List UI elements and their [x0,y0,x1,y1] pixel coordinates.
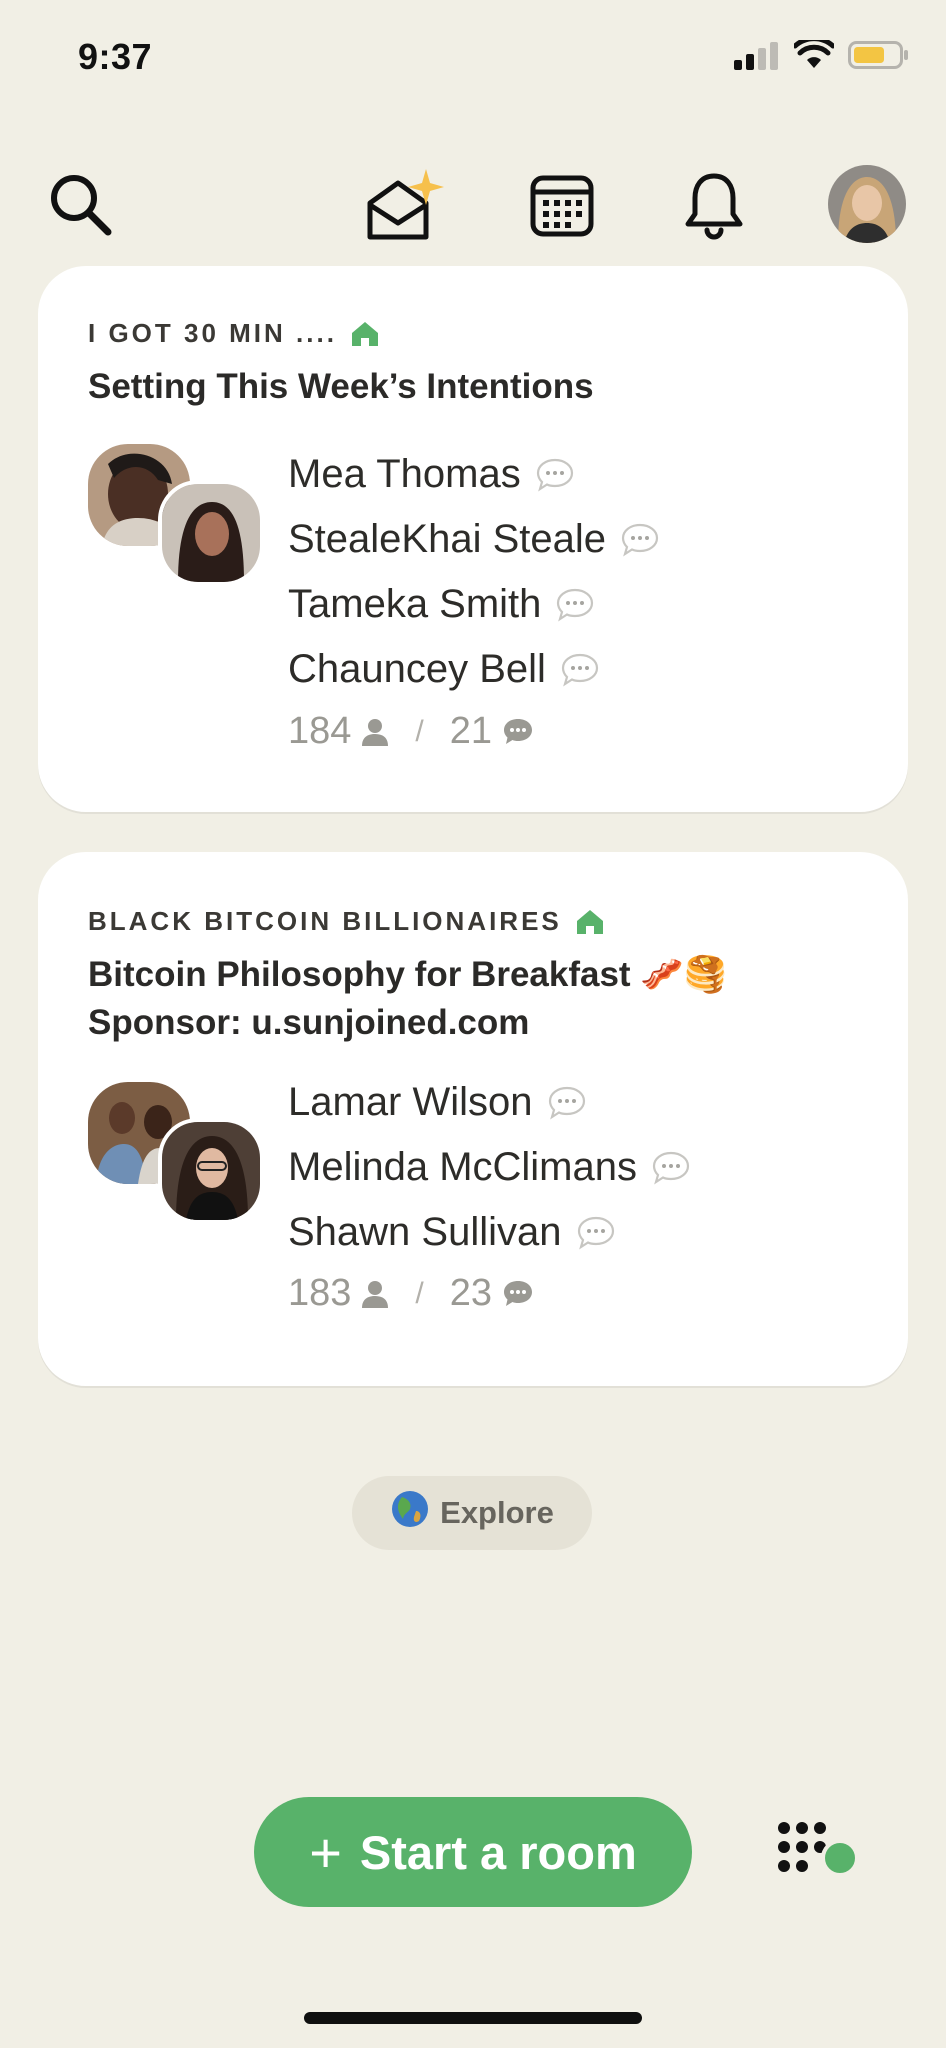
start-room-button[interactable]: + Start a room [254,1797,692,1907]
speaker-name: Shawn Sullivan [288,1210,562,1254]
speaker-avatar[interactable] [158,1118,264,1224]
speaker-row[interactable]: Tameka Smith [288,572,660,637]
chat-bubble-icon [620,522,660,558]
person-icon [362,1280,389,1308]
speaker-row[interactable]: Chauncey Bell [288,637,660,702]
notifications-button[interactable] [669,160,759,250]
room-stats: 184 / 21 [288,710,534,753]
room-title: Bitcoin Philosophy for Breakfast 🥓🥞 [88,950,728,999]
speaker-row[interactable]: Melinda McClimans [288,1135,691,1200]
chat-bubble-icon [547,1085,587,1121]
battery-icon [848,41,908,69]
speaker-name: Melinda McClimans [288,1145,637,1189]
backchannel-button[interactable] [776,1820,866,1890]
message-count: 21 [449,710,493,752]
chat-bubble-icon [535,457,575,493]
house-icon [576,909,603,934]
speaker-avatars [88,1082,268,1224]
speaker-name: StealeKhai Steale [288,517,607,561]
home-indicator[interactable] [304,2012,642,2024]
invite-envelope-sparkle-icon [367,169,444,240]
bell-icon [685,173,743,240]
chat-bubble-icon [576,1215,616,1251]
dot-grid-icon [778,1822,859,1877]
room-stats: 183 / 23 [288,1272,534,1315]
club-name[interactable]: I GOT 30 MIN .... [88,318,379,349]
speaker-name: Lamar Wilson [288,1080,533,1124]
count-separator: / [415,714,424,748]
speaker-name: Mea Thomas [288,452,521,496]
club-label: BLACK BITCOIN BILLIONAIRES [88,906,562,936]
listener-count: 184 [288,710,352,752]
speaker-row[interactable]: StealeKhai Steale [288,507,660,572]
explore-label: Explore [440,1495,554,1530]
avatar[interactable] [828,165,906,243]
start-room-label: Start a room [359,1825,637,1879]
globe-icon [390,1489,430,1537]
cellular-signal-icon [734,42,778,70]
speaker-list: Lamar Wilson Melinda McClimans Shawn Sul… [288,1070,691,1265]
speaker-row[interactable]: Mea Thomas [288,442,660,507]
chat-bubble-icon [651,1150,691,1186]
calendar-button[interactable] [517,160,607,250]
calendar-icon [530,175,594,237]
speaker-name: Tameka Smith [288,582,542,626]
room-title: Setting This Week’s Intentions [88,367,594,406]
speaker-avatar[interactable] [158,480,264,586]
club-name[interactable]: BLACK BITCOIN BILLIONAIRES [88,906,604,937]
search-icon [51,175,112,236]
room-card[interactable]: I GOT 30 MIN .... Setting This Week’s In… [38,266,908,812]
message-count: 23 [449,1272,493,1314]
person-icon [362,718,389,746]
house-icon [351,321,378,346]
count-separator: / [415,1276,424,1310]
status-time: 9:37 [78,36,153,77]
speaker-list: Mea Thomas StealeKhai Steale Tameka Smit… [288,442,660,702]
search-button[interactable] [36,160,126,250]
room-title-emoji: 🥓🥞 [640,955,728,994]
message-icon [504,1280,533,1306]
speaker-avatars [88,444,268,586]
status-bar: 9:37 [0,0,946,110]
listener-count: 183 [288,1272,352,1314]
message-icon [504,718,533,744]
speaker-name: Chauncey Bell [288,647,546,691]
chat-bubble-icon [560,652,600,688]
speaker-row[interactable]: Shawn Sullivan [288,1200,691,1265]
plus-icon: + [309,1820,342,1884]
speaker-row[interactable]: Lamar Wilson [288,1070,691,1135]
top-navigation [0,160,946,250]
room-card[interactable]: BLACK BITCOIN BILLIONAIRES Bitcoin Philo… [38,852,908,1386]
club-label: I GOT 30 MIN .... [88,318,337,348]
room-title-text: Bitcoin Philosophy for Breakfast [88,955,631,994]
room-subtitle: Sponsor: u.sunjoined.com [88,1003,530,1042]
invite-button[interactable] [360,160,450,250]
status-icons [734,40,910,70]
wifi-icon [794,40,834,68]
chat-bubble-icon [555,587,595,623]
explore-button[interactable]: Explore [352,1476,592,1550]
